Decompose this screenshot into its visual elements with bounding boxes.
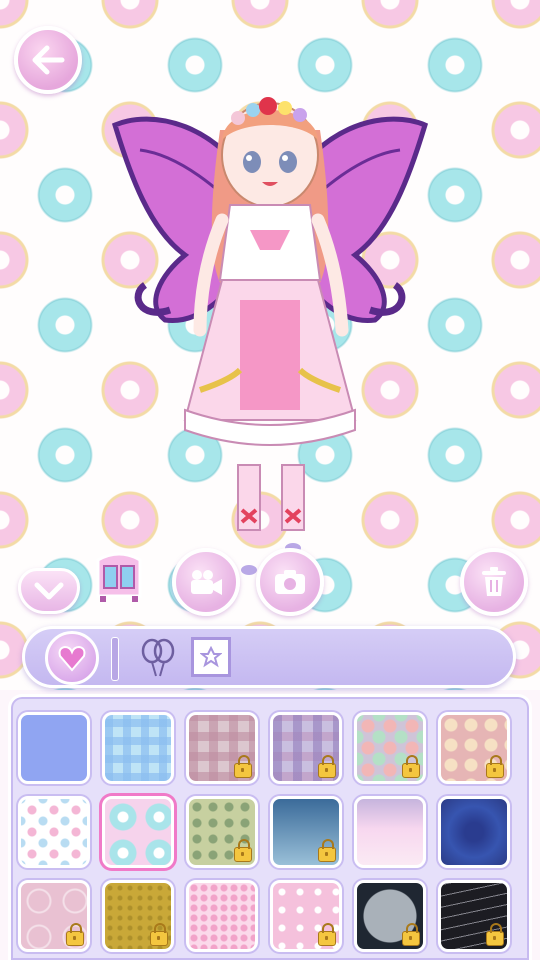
camera-icon [275,570,305,594]
background-tile-dark-lines[interactable] [438,880,510,952]
background-tile-mustard-texture[interactable] [102,880,174,952]
back-button[interactable] [14,26,82,94]
tab-divider [111,637,119,681]
background-grid [18,712,522,952]
lock-icon [318,755,336,778]
background-tile-multicolor-dots[interactable] [354,712,426,784]
background-tile-blue-plaid[interactable] [102,712,174,784]
collapse-panel-button[interactable] [18,568,80,614]
lock-icon [234,839,252,862]
left-eye [243,151,261,173]
wardrobe-button[interactable] [88,546,150,608]
star-frame-icon [200,646,222,668]
background-tile-magic-circle[interactable] [438,796,510,868]
background-tile-red-polka-dots[interactable] [438,712,510,784]
background-tile-donuts[interactable] [102,796,174,868]
lock-icon [66,923,84,946]
background-tile-pastel-dots[interactable] [18,796,90,868]
heart-gem-icon [58,645,86,672]
delete-button[interactable] [460,548,528,616]
record-video-button[interactable] [172,548,240,616]
trash-icon [482,567,506,596]
background-tile-blue-gradient[interactable] [270,796,342,868]
lock-icon [234,755,252,778]
background-tile-moon-night[interactable] [354,880,426,952]
lock-icon [402,755,420,778]
lock-icon [318,839,336,862]
background-tile-pink-plaid[interactable] [186,712,258,784]
lock-icon [486,923,504,946]
tab-background[interactable] [191,637,231,677]
lock-icon [486,755,504,778]
right-eye [279,151,297,173]
camera-button[interactable] [256,548,324,616]
tab-accessories[interactable] [135,635,181,681]
lock-icon [150,923,168,946]
background-tile-pink-bows[interactable] [270,880,342,952]
background-tile-solid-blue[interactable] [18,712,90,784]
background-tile-pink-lace[interactable] [18,880,90,952]
background-tile-pink-clouds[interactable] [354,796,426,868]
tab-hair[interactable] [45,631,99,685]
lock-icon [402,923,420,946]
lock-icon [318,923,336,946]
background-tile-purple-plaid[interactable] [270,712,342,784]
wardrobe-icon [96,552,142,602]
balloons-icon [141,638,175,677]
category-tab-bar [22,626,516,688]
background-tile-green-hearts[interactable] [186,796,258,868]
fairy-character[interactable] [110,80,430,590]
arrow-left-icon [32,45,65,75]
chevron-down-icon [34,582,64,600]
background-tile-pink-hearts[interactable] [186,880,258,952]
skirt-panel [240,300,300,410]
video-camera-icon [191,570,222,595]
